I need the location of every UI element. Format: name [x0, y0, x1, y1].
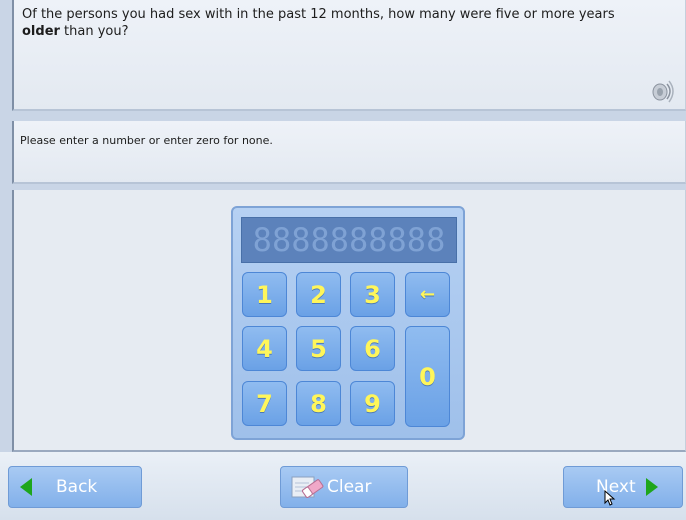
speaker-icon[interactable]	[649, 78, 675, 104]
arrow-left-icon	[20, 478, 32, 496]
eraser-icon	[291, 476, 324, 498]
question-emphasis: older	[22, 24, 60, 39]
instruction-panel: Please enter a number or enter zero for …	[12, 121, 686, 184]
display-digits: 8888888888	[252, 221, 446, 259]
number-display: 8888888888	[241, 217, 457, 263]
next-button[interactable]: Next	[563, 466, 683, 508]
instruction-text: Please enter a number or enter zero for …	[20, 134, 273, 147]
question-text-part: Of the persons you had sex with in the p…	[22, 7, 615, 22]
numeric-keypad: 8888888888 1 2 3 ← 4 5 6 0 7 8 9	[231, 206, 465, 440]
key-3[interactable]: 3	[350, 272, 395, 317]
back-button-label: Back	[56, 477, 98, 497]
question-text-part: than you?	[59, 24, 129, 39]
question-panel: Of the persons you had sex with in the p…	[12, 0, 686, 111]
arrow-right-icon	[645, 478, 658, 496]
key-6[interactable]: 6	[350, 326, 395, 371]
mouse-cursor-icon	[604, 490, 616, 506]
key-4[interactable]: 4	[242, 326, 287, 371]
key-5[interactable]: 5	[296, 326, 341, 371]
key-1[interactable]: 1	[242, 272, 287, 317]
key-7[interactable]: 7	[242, 381, 287, 426]
clear-button-label: Clear	[327, 477, 372, 497]
clear-button[interactable]: Clear	[280, 466, 408, 508]
key-9[interactable]: 9	[350, 381, 395, 426]
footer-bar: Back Clear Next	[0, 452, 686, 520]
back-button[interactable]: Back	[8, 466, 142, 508]
question-text: Of the persons you had sex with in the p…	[22, 6, 655, 40]
key-2[interactable]: 2	[296, 272, 341, 317]
key-8[interactable]: 8	[296, 381, 341, 426]
backspace-key[interactable]: ←	[405, 272, 450, 317]
key-0[interactable]: 0	[405, 326, 450, 427]
